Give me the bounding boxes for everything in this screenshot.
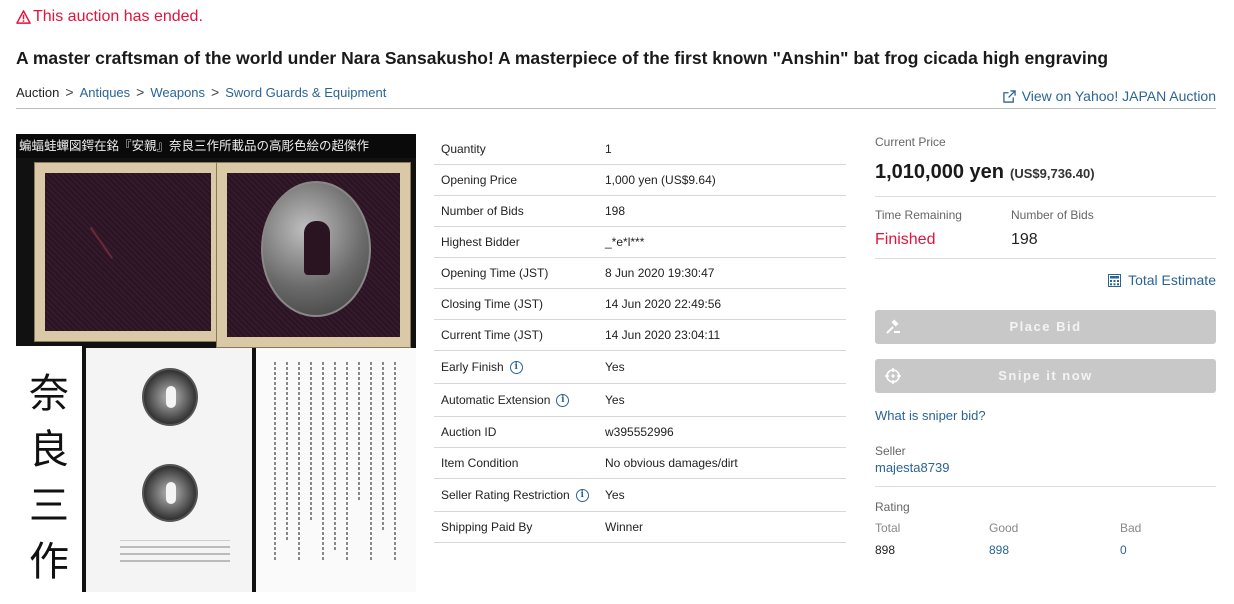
detail-value: Yes <box>605 393 625 407</box>
detail-row-closing-time: Closing Time (JST) 14 Jun 2020 22:49:56 <box>434 289 846 320</box>
time-remaining-label: Time Remaining <box>875 208 962 222</box>
detail-value: No obvious damages/dirt <box>605 456 738 470</box>
breadcrumb-root: Auction <box>16 84 60 100</box>
detail-label: Opening Time (JST) <box>441 266 549 280</box>
breadcrumb-separator: > <box>211 84 220 100</box>
info-icon[interactable]: i <box>575 488 589 502</box>
photo-vertical-kanji: 奈 良 三 作 <box>16 346 82 592</box>
place-bid-button[interactable]: Place Bid <box>875 310 1216 344</box>
current-price: 1,010,000 yen (US$9,736.40) <box>875 161 1095 184</box>
detail-row-shipping-paid-by: Shipping Paid By Winner <box>434 512 846 543</box>
gavel-icon <box>886 319 900 334</box>
detail-value: _*e*l*** <box>605 235 645 249</box>
page-title: A master craftsman of the world under Na… <box>16 48 1109 68</box>
detail-row-quantity: Quantity 1 <box>434 134 846 165</box>
view-on-yahoo-label: View on Yahoo! JAPAN Auction <box>1021 88 1216 104</box>
item-details-table: Quantity 1 Opening Price 1,000 yen (US$9… <box>434 134 846 543</box>
crosshair-icon <box>885 368 901 384</box>
rating-good-label: Good <box>989 521 1019 535</box>
photo-box-lid <box>34 162 222 342</box>
photo-box-tsuba <box>216 162 411 348</box>
breadcrumb-antiques[interactable]: Antiques <box>80 85 131 100</box>
detail-value: Winner <box>605 520 644 534</box>
time-remaining-value: Finished <box>875 231 936 248</box>
photo-text-page <box>256 348 416 592</box>
rating-total-label: Total <box>875 521 901 535</box>
seller-link[interactable]: majesta8739 <box>875 460 949 475</box>
detail-row-automatic-extension: Automatic Extension i Yes <box>434 384 846 417</box>
detail-row-highest-bidder: Highest Bidder _*e*l*** <box>434 227 846 258</box>
photo-banner-text: 蝙蝠蛙蟬図鍔在銘『安親』奈良三作所載品の高彫色絵の超傑作 <box>16 134 416 158</box>
detail-row-early-finish: Early Finish i Yes <box>434 351 846 384</box>
place-bid-label: Place Bid <box>1009 319 1082 334</box>
auction-ended-notice: This auction has ended. <box>16 8 203 26</box>
total-estimate-link[interactable]: Total Estimate <box>1108 272 1216 288</box>
status-divider <box>875 258 1216 259</box>
detail-row-item-condition: Item Condition No obvious damages/dirt <box>434 448 846 479</box>
detail-value: 198 <box>605 204 626 218</box>
detail-value: 1,000 yen (US$9.64) <box>605 173 716 187</box>
view-on-yahoo-link[interactable]: View on Yahoo! JAPAN Auction <box>1002 88 1216 104</box>
current-price-label: Current Price <box>875 135 946 149</box>
detail-label: Quantity <box>441 142 486 156</box>
breadcrumb-separator: > <box>65 84 74 100</box>
photo-book-page <box>86 348 252 592</box>
detail-value: 14 Jun 2020 23:04:11 <box>605 328 721 342</box>
detail-label: Number of Bids <box>441 204 524 218</box>
detail-row-number-of-bids: Number of Bids 198 <box>434 196 846 227</box>
total-estimate-label: Total Estimate <box>1128 272 1216 288</box>
external-link-icon <box>1002 89 1016 103</box>
rating-total-value: 898 <box>875 543 896 557</box>
current-price-usd: (US$9,736.40) <box>1010 166 1095 181</box>
detail-label: Item Condition <box>441 456 519 470</box>
detail-label: Automatic Extension i <box>434 393 605 407</box>
warning-icon <box>16 10 31 24</box>
info-icon[interactable]: i <box>556 393 570 407</box>
detail-row-auction-id: Auction ID w395552996 <box>434 417 846 448</box>
bid-panel: Current Price 1,010,000 yen (US$9,736.40… <box>875 134 1216 594</box>
detail-row-opening-price: Opening Price 1,000 yen (US$9.64) <box>434 165 846 196</box>
detail-label: Early Finish i <box>434 360 605 374</box>
detail-row-seller-rating-restriction: Seller Rating Restriction i Yes <box>434 479 846 512</box>
seller-divider <box>875 486 1216 487</box>
snipe-label: Snipe it now <box>998 368 1093 383</box>
breadcrumb-sword-guards[interactable]: Sword Guards & Equipment <box>225 85 386 100</box>
detail-label: Seller Rating Restriction i <box>434 488 605 502</box>
detail-label: Highest Bidder <box>441 235 520 249</box>
detail-value: 8 Jun 2020 19:30:47 <box>605 266 715 280</box>
detail-row-current-time: Current Time (JST) 14 Jun 2020 23:04:11 <box>434 320 846 351</box>
detail-label: Auction ID <box>441 425 497 439</box>
detail-row-opening-time: Opening Time (JST) 8 Jun 2020 19:30:47 <box>434 258 846 289</box>
detail-label: Current Time (JST) <box>441 328 544 342</box>
rating-bad-link[interactable]: 0 <box>1120 543 1127 557</box>
auction-ended-text: This auction has ended. <box>33 8 203 25</box>
snipe-button[interactable]: Snipe it now <box>875 359 1216 393</box>
rating-bad-label: Bad <box>1120 521 1142 535</box>
detail-label: Shipping Paid By <box>441 520 533 534</box>
header-divider <box>16 108 1216 109</box>
breadcrumb: Auction > Antiques > Weapons > Sword Gua… <box>16 84 386 100</box>
bids-label: Number of Bids <box>1011 208 1094 222</box>
price-divider <box>875 196 1216 197</box>
item-photo[interactable]: 蝙蝠蛙蟬図鍔在銘『安親』奈良三作所載品の高彫色絵の超傑作 奈 良 三 作 <box>16 134 416 592</box>
detail-value: 14 Jun 2020 22:49:56 <box>605 297 722 311</box>
detail-value: 1 <box>605 142 612 156</box>
detail-value: Yes <box>605 360 625 374</box>
rating-good-link[interactable]: 898 <box>989 543 1009 557</box>
detail-label: Closing Time (JST) <box>441 297 544 311</box>
current-price-value: 1,010,000 yen <box>875 161 1004 183</box>
seller-label: Seller <box>875 444 906 458</box>
sniper-bid-help-link[interactable]: What is sniper bid? <box>875 408 986 423</box>
breadcrumb-weapons[interactable]: Weapons <box>150 85 205 100</box>
breadcrumb-separator: > <box>136 84 145 100</box>
detail-value: Yes <box>605 488 625 502</box>
detail-value: w395552996 <box>605 425 674 439</box>
detail-label: Opening Price <box>441 173 518 187</box>
bids-value: 198 <box>1011 231 1038 248</box>
rating-label: Rating <box>875 500 910 514</box>
calculator-icon <box>1108 273 1122 287</box>
info-icon[interactable]: i <box>509 360 523 374</box>
